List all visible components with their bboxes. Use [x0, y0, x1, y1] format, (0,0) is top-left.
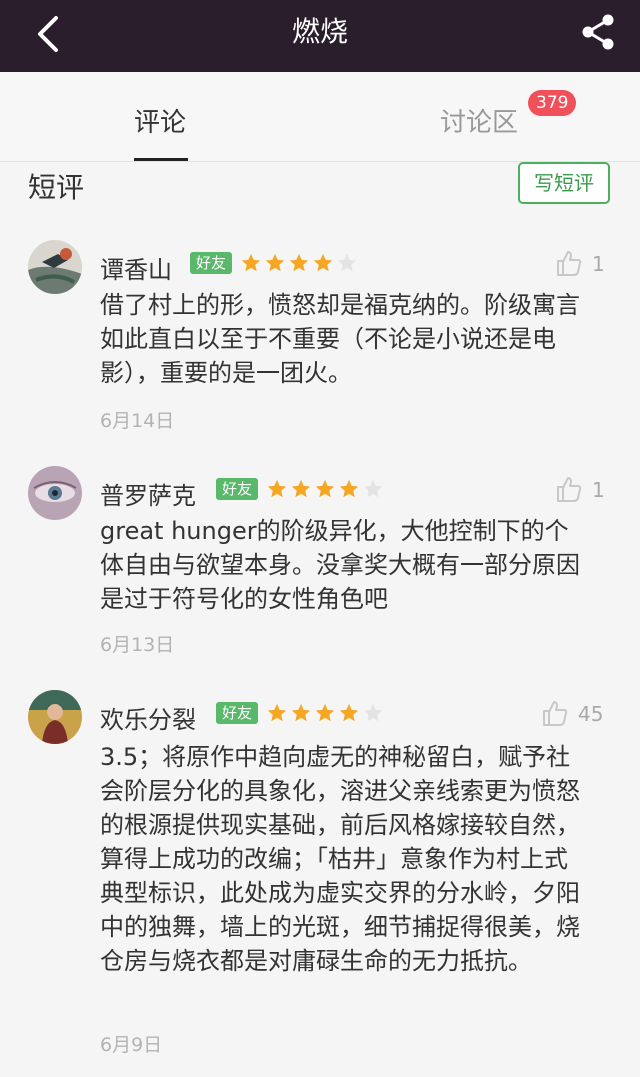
thumbs-up-icon[interactable] — [540, 698, 570, 728]
star-empty-icon — [363, 479, 383, 498]
star-filled-icon — [315, 703, 335, 722]
star-filled-icon — [289, 253, 309, 272]
star-filled-icon — [267, 703, 287, 722]
star-filled-icon — [291, 703, 311, 722]
star-empty-icon — [337, 253, 357, 272]
rating-stars — [266, 702, 384, 724]
star-filled-icon — [339, 703, 359, 722]
rating-stars — [240, 252, 358, 274]
tab-discussion[interactable]: 讨论区 — [440, 102, 518, 139]
star-filled-icon — [241, 253, 261, 272]
review-date: 6月13日 — [100, 634, 175, 656]
star-filled-icon — [313, 253, 333, 272]
review-date: 6月9日 — [100, 1034, 163, 1056]
active-tab-indicator — [134, 158, 188, 161]
like-count: 1 — [592, 252, 605, 276]
star-filled-icon — [339, 479, 359, 498]
avatar[interactable] — [28, 690, 82, 744]
reviewer-name[interactable]: 欢乐分裂 — [100, 700, 196, 735]
star-filled-icon — [315, 479, 335, 498]
reviewer-name[interactable]: 谭香山 — [100, 250, 172, 285]
discussion-count-badge: 379 — [528, 90, 577, 116]
like-count: 1 — [592, 478, 605, 502]
friend-tag: 好友 — [216, 702, 259, 724]
write-review-button[interactable]: 写短评 — [518, 162, 610, 204]
tab-bar: 评论 讨论区 379 — [0, 72, 640, 162]
top-bar: 燃烧 — [0, 0, 640, 72]
like-count: 45 — [578, 702, 604, 726]
thumbs-up-icon[interactable] — [554, 474, 584, 504]
share-icon[interactable] — [578, 12, 618, 52]
thumbs-up-icon[interactable] — [554, 248, 584, 278]
avatar[interactable] — [28, 466, 82, 520]
review-text: great hunger的阶级异化，大他控制下的个体自由与欲望本身。没拿奖大概有… — [100, 517, 580, 613]
reviewer-name[interactable]: 普罗萨克 — [100, 476, 196, 511]
review-text: 借了村上的形，愤怒却是福克纳的。阶级寓言如此直白以至于不重要（不论是小说还是电影… — [100, 291, 580, 387]
friend-tag: 好友 — [190, 252, 233, 274]
section-title: 短评 — [28, 171, 85, 204]
avatar[interactable] — [28, 240, 82, 294]
star-empty-icon — [363, 703, 383, 722]
star-filled-icon — [265, 253, 285, 272]
tab-reviews[interactable]: 评论 — [134, 102, 186, 139]
page-title: 燃烧 — [291, 15, 348, 48]
star-filled-icon — [291, 479, 311, 498]
friend-tag: 好友 — [216, 478, 259, 500]
rating-stars — [266, 478, 384, 500]
star-filled-icon — [267, 479, 287, 498]
review-text: 3.5；将原作中趋向虚无的神秘留白，赋予社会阶层分化的具象化，溶进父亲线索更为愤… — [100, 743, 580, 975]
review-date: 6月14日 — [100, 410, 175, 432]
